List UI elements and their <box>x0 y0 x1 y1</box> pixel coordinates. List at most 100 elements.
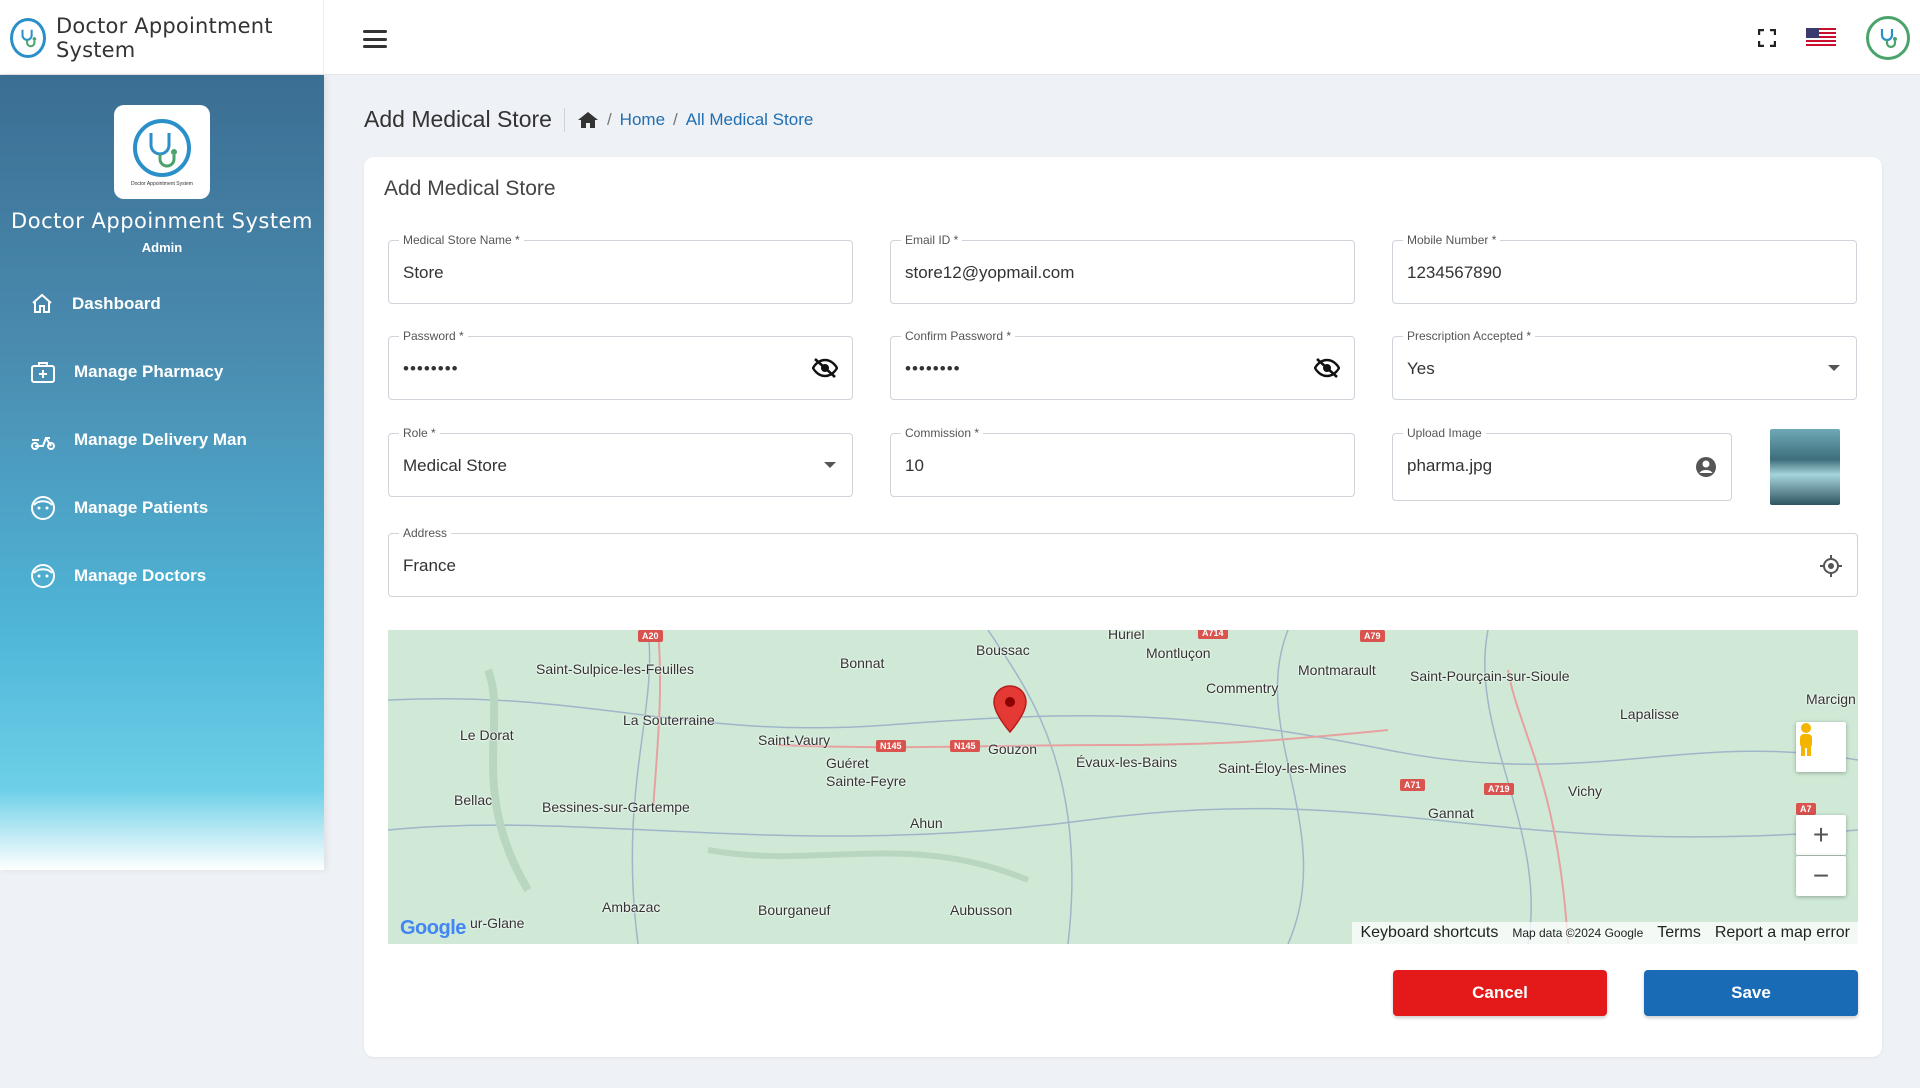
save-button[interactable]: Save <box>1644 970 1858 1016</box>
field-label: Mobile Number * <box>1403 233 1501 247</box>
field-label: Commission * <box>901 426 984 440</box>
map-place-label: ur-Glane <box>470 915 525 931</box>
map-place-label: Bourganeuf <box>758 902 831 918</box>
sidebar-menu: Dashboard Manage Pharmacy Manage Deliver… <box>0 270 324 610</box>
road-badge: A20 <box>638 630 663 642</box>
road-badge: A719 <box>1484 783 1514 795</box>
mobile-field[interactable]: Mobile Number * 1234567890 <box>1392 233 1857 304</box>
google-logo: Google <box>400 917 466 940</box>
zoom-in-button[interactable]: + <box>1796 815 1846 855</box>
sidebar-item-dashboard[interactable]: Dashboard <box>0 270 324 338</box>
map-place-label: Ahun <box>910 815 943 831</box>
store-name-field[interactable]: Medical Store Name * Store <box>388 233 853 304</box>
map-place-label: Aubusson <box>950 902 1013 918</box>
field-label: Address <box>399 526 452 540</box>
field-value: Store <box>403 263 444 282</box>
road-badge: A71 <box>1400 779 1425 791</box>
sidebar-item-pharmacy[interactable]: Manage Pharmacy <box>0 338 324 406</box>
terms-link[interactable]: Terms <box>1657 924 1701 942</box>
form-title: Add Medical Store <box>384 177 556 200</box>
eye-slash-icon[interactable] <box>1313 357 1341 384</box>
breadcrumb-separator: / <box>673 109 678 129</box>
upload-image-field[interactable]: Upload Image pharma.jpg <box>1392 426 1732 501</box>
zoom-out-button[interactable]: − <box>1796 856 1846 896</box>
road-badge: N145 <box>950 740 980 752</box>
sidebar-item-label: Manage Delivery Man <box>74 430 247 449</box>
breadcrumb-all-stores-link[interactable]: All Medical Store <box>686 110 814 130</box>
locate-icon[interactable] <box>1819 554 1843 583</box>
map-place-label: Gouzon <box>988 741 1038 757</box>
map[interactable]: Huriel Boussac Montluçon Montmarault Sai… <box>388 630 1858 944</box>
brand[interactable]: Doctor Appointment System <box>0 0 324 75</box>
page-title: Add Medical Store <box>364 106 552 132</box>
medical-kit-icon <box>31 362 55 383</box>
home-icon <box>32 293 52 313</box>
menu-toggle-icon[interactable] <box>363 30 387 48</box>
field-value: Medical Store <box>403 456 507 475</box>
map-place-label: Le Dorat <box>460 727 514 743</box>
map-place-label: Montmarault <box>1298 662 1376 678</box>
role-select[interactable]: Role * Medical Store <box>388 426 853 497</box>
chevron-down-icon <box>824 462 836 468</box>
map-roads <box>388 630 1858 944</box>
field-value: 10 <box>905 456 924 475</box>
sidebar: Doctor Appointment System Doctor Appoinm… <box>0 75 324 870</box>
field-value: •••••••• <box>403 359 459 378</box>
sidebar-item-label: Dashboard <box>72 294 161 313</box>
page-header: Add Medical Store / Home / All Medical S… <box>364 106 813 133</box>
password-field[interactable]: Password * •••••••• <box>388 329 853 400</box>
map-place-label: Commentry <box>1206 680 1279 696</box>
address-field[interactable]: Address France <box>388 526 1858 597</box>
field-label: Password * <box>399 329 468 343</box>
field-value: France <box>403 556 456 575</box>
street-view-pegman-icon[interactable] <box>1796 722 1846 772</box>
map-footer: Keyboard shortcuts Map data ©2024 Google… <box>1352 922 1858 944</box>
field-label: Upload Image <box>1403 426 1486 440</box>
field-label: Role * <box>399 426 440 440</box>
logo-caption: Doctor Appointment System <box>131 181 193 187</box>
face-icon <box>31 564 55 588</box>
chevron-down-icon <box>1828 365 1840 371</box>
keyboard-shortcuts-link[interactable]: Keyboard shortcuts <box>1360 924 1498 942</box>
road-badge: A7 <box>1796 803 1816 815</box>
map-place-label: Saint-Sulpice-les-Feuilles <box>536 661 694 677</box>
face-icon <box>31 496 55 520</box>
sidebar-item-patients[interactable]: Manage Patients <box>0 474 324 542</box>
home-icon[interactable] <box>577 110 599 130</box>
map-place-label: Saint-Pourçain-sur-Sioule <box>1410 668 1570 684</box>
confirm-password-field[interactable]: Confirm Password * •••••••• <box>890 329 1355 400</box>
fullscreen-icon[interactable] <box>1758 28 1776 47</box>
map-place-label: Marcign <box>1806 691 1856 707</box>
sidebar-item-doctors[interactable]: Manage Doctors <box>0 542 324 610</box>
eye-slash-icon[interactable] <box>811 357 839 384</box>
prescription-select[interactable]: Prescription Accepted * Yes <box>1392 329 1857 400</box>
language-flag-icon[interactable] <box>1806 27 1836 48</box>
field-value: store12@yopmail.com <box>905 263 1075 282</box>
map-place-label: Bonnat <box>840 655 885 671</box>
sidebar-role: Admin <box>141 240 183 255</box>
sidebar-title: Doctor Appoinment System <box>11 209 313 233</box>
map-data-credit: Map data ©2024 Google <box>1512 926 1644 940</box>
breadcrumb-home-link[interactable]: Home <box>620 110 665 130</box>
email-field[interactable]: Email ID * store12@yopmail.com <box>890 233 1355 304</box>
user-circle-icon[interactable] <box>1695 456 1717 483</box>
field-label: Prescription Accepted * <box>1403 329 1536 343</box>
road-badge: N145 <box>876 740 906 752</box>
road-badge: A79 <box>1360 630 1385 642</box>
commission-field[interactable]: Commission * 10 <box>890 426 1355 497</box>
top-bar: Doctor Appointment System <box>0 0 1920 75</box>
field-label: Confirm Password * <box>901 329 1016 343</box>
cancel-button[interactable]: Cancel <box>1393 970 1607 1016</box>
map-place-label: Bellac <box>454 792 493 808</box>
user-avatar-icon[interactable] <box>1866 15 1910 60</box>
map-pin-icon[interactable] <box>993 685 1027 733</box>
sidebar-logo: Doctor Appointment System <box>114 105 210 199</box>
sidebar-item-delivery[interactable]: Manage Delivery Man <box>0 406 324 474</box>
map-place-label: Huriel <box>1108 630 1145 642</box>
report-map-error-link[interactable]: Report a map error <box>1715 924 1850 942</box>
map-place-label: Montluçon <box>1146 645 1211 661</box>
app-logo-icon <box>10 17 46 58</box>
map-place-label: Évaux-les-Bains <box>1076 754 1178 770</box>
map-place-label: Boussac <box>976 642 1030 658</box>
uploaded-image-thumbnail <box>1770 429 1840 505</box>
